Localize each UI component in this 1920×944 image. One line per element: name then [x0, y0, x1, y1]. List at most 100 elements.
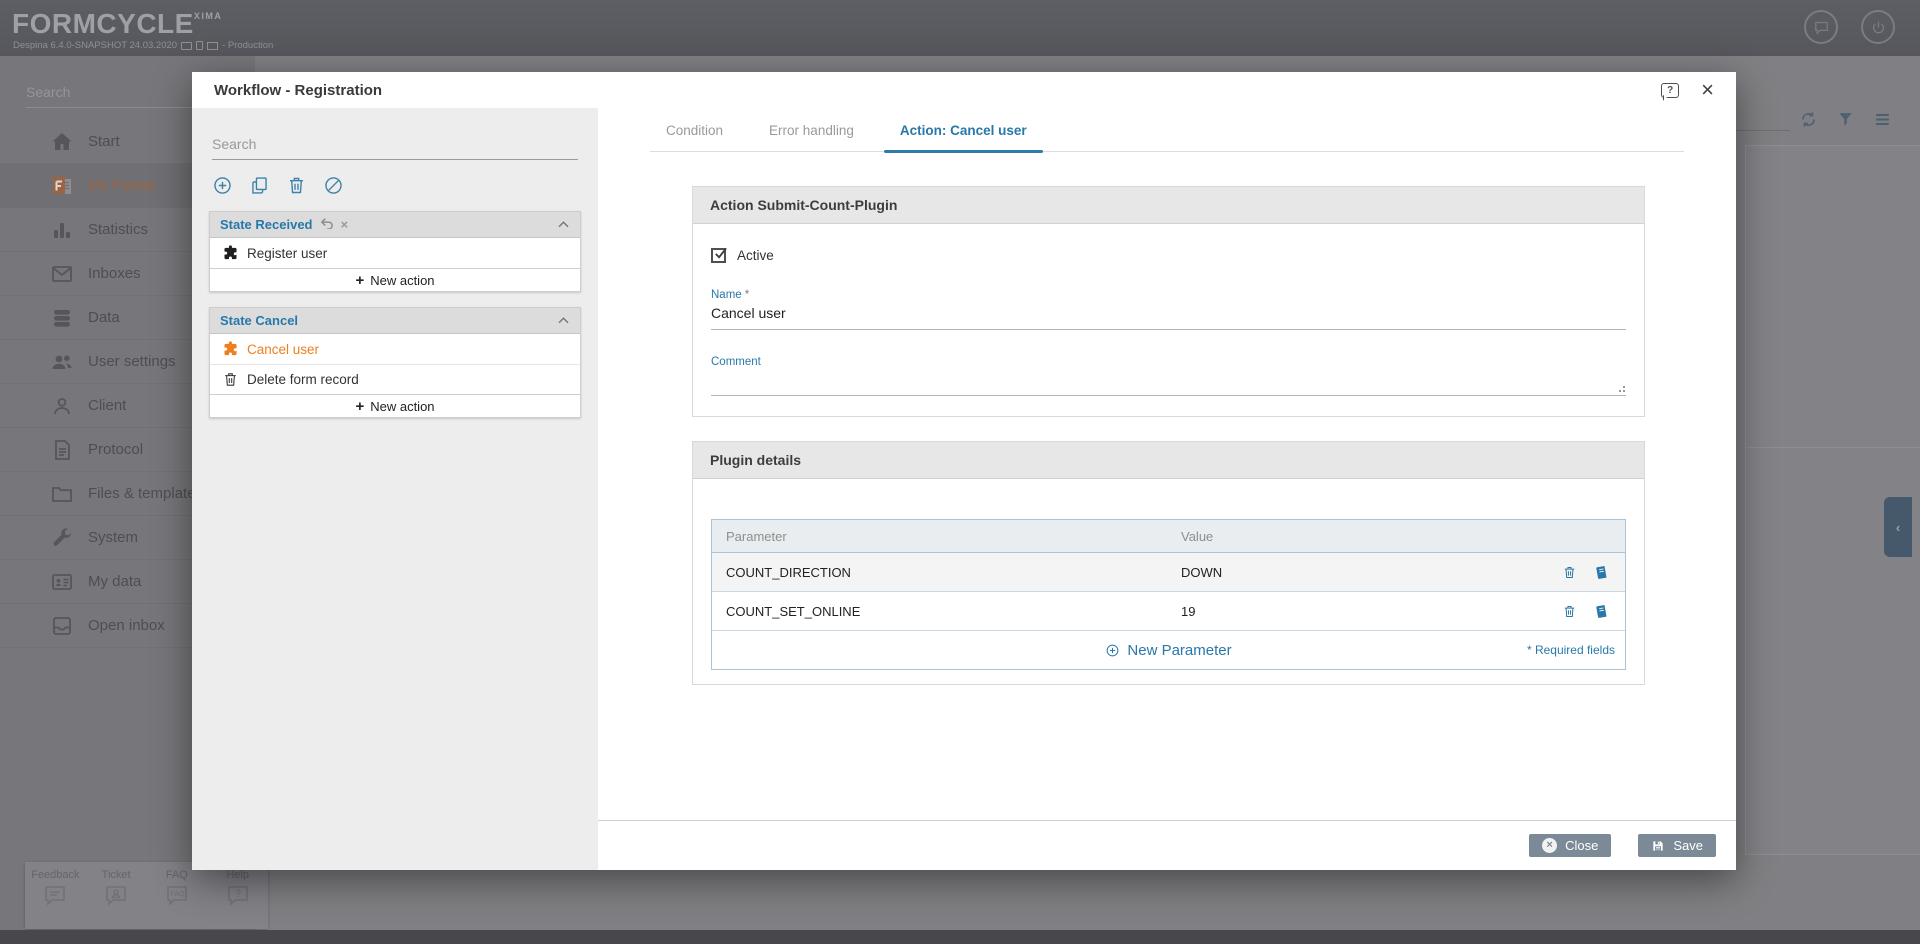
users-icon — [50, 350, 74, 374]
wrench-icon — [50, 526, 74, 550]
parameter-value: DOWN — [1181, 565, 1533, 580]
inbox-icon — [50, 614, 74, 638]
undo-icon[interactable] — [320, 217, 334, 232]
parameter-name: COUNT_DIRECTION — [712, 565, 1181, 580]
column-parameter: Parameter — [712, 529, 1181, 544]
required-mark: * — [745, 289, 749, 301]
version-text: Despina 6.4.0-SNAPSHOT 24.03.2020 — [13, 40, 177, 51]
edit-parameter-button[interactable] — [1593, 563, 1610, 580]
faq-icon: FAQ — [164, 883, 190, 909]
comment-label: Comment — [711, 356, 1626, 368]
database-icon — [50, 306, 74, 330]
workflow-search[interactable] — [212, 134, 578, 160]
action-item-register-user[interactable]: Register user — [210, 238, 580, 268]
parameter-table-header: Parameter Value — [712, 520, 1625, 553]
dialog-footer: × Close Save — [598, 820, 1736, 870]
new-parameter-button[interactable]: New Parameter — [1105, 642, 1231, 659]
dialog-close-icon[interactable]: × — [1701, 79, 1714, 101]
state-cancel-header[interactable]: State Cancel — [210, 308, 580, 334]
tab-error-handling[interactable]: Error handling — [753, 123, 870, 151]
refresh-icon[interactable] — [1799, 110, 1818, 129]
logout-button[interactable] — [1861, 10, 1895, 44]
person-icon — [50, 394, 74, 418]
dialog-help-button[interactable]: ? — [1661, 83, 1679, 98]
svg-text:FAQ: FAQ — [170, 891, 185, 898]
filter-icon[interactable] — [1836, 110, 1855, 129]
menu-icon[interactable] — [1873, 110, 1892, 129]
help-bar-help[interactable]: Help ? — [207, 869, 268, 929]
table-row: COUNT_DIRECTION DOWN — [712, 553, 1625, 592]
action-item-cancel-user[interactable]: Cancel user — [210, 334, 580, 364]
help-icon: ? — [225, 883, 251, 909]
puzzle-icon — [222, 245, 239, 262]
name-input[interactable] — [711, 303, 1626, 330]
copy-state-button[interactable] — [249, 175, 270, 196]
help-bar-faq[interactable]: FAQ FAQ — [147, 869, 208, 929]
bar-chart-icon — [50, 218, 74, 242]
delete-parameter-button[interactable] — [1562, 565, 1577, 580]
state-received-header[interactable]: State Received × — [210, 212, 580, 238]
detail-scroll-area: Action Submit-Count-Plugin Active Name* … — [598, 152, 1736, 820]
chat-bubble-icon — [1813, 19, 1830, 36]
chevron-left-icon: ‹ — [1896, 520, 1900, 535]
action-plugin-card: Action Submit-Count-Plugin Active Name* … — [692, 186, 1645, 417]
tab-action-cancel-user[interactable]: Action: Cancel user — [884, 123, 1043, 151]
required-fields-note: * Required fields — [1527, 643, 1615, 657]
envelope-icon — [50, 262, 74, 286]
state-cancel-title: State Cancel — [220, 313, 298, 328]
parameter-value: 19 — [1181, 604, 1533, 619]
home-icon — [50, 130, 74, 154]
name-label: Name* — [711, 289, 1626, 301]
workflow-search-input[interactable] — [212, 134, 578, 159]
state-group-cancel: State Cancel Cancel user Delete form rec… — [209, 307, 581, 418]
parameter-table-footer: New Parameter * Required fields — [712, 631, 1625, 669]
collapse-panel-toggle[interactable]: ‹ — [1884, 497, 1912, 557]
collapse-group-icon[interactable] — [557, 313, 570, 328]
server-icon — [196, 41, 203, 50]
tab-condition[interactable]: Condition — [650, 123, 739, 151]
dialog-title: Workflow - Registration — [214, 82, 382, 99]
resize-handle-icon[interactable] — [1623, 390, 1625, 392]
app-header: FORMCYCLEXIMA Despina 6.4.0-SNAPSHOT 24.… — [0, 0, 1920, 56]
plus-icon: + — [355, 399, 364, 414]
help-bar-ticket[interactable]: Ticket — [86, 869, 147, 929]
state-group-received: State Received × Register user + New act… — [209, 211, 581, 292]
new-action-button-cancel[interactable]: + New action — [210, 394, 580, 417]
action-detail-panel: Condition Error handling Action: Cancel … — [598, 108, 1736, 870]
save-floppy-icon — [1651, 839, 1665, 853]
edit-parameter-button[interactable] — [1593, 602, 1610, 619]
close-circle-icon: × — [1542, 838, 1557, 853]
chat-button[interactable] — [1804, 10, 1838, 44]
environment-text: - Production — [222, 40, 273, 51]
action-item-delete-form-record[interactable]: Delete form record — [210, 364, 580, 394]
action-plugin-card-title: Action Submit-Count-Plugin — [693, 187, 1644, 224]
save-button[interactable]: Save — [1638, 834, 1716, 857]
plus-circle-icon — [1105, 643, 1120, 658]
new-action-button-received[interactable]: + New action — [210, 268, 580, 291]
column-value: Value — [1181, 529, 1625, 544]
version-line: Despina 6.4.0-SNAPSHOT 24.03.2020 - Prod… — [13, 40, 273, 51]
dialog-header: Workflow - Registration ? × — [192, 72, 1736, 108]
puzzle-icon — [222, 341, 239, 358]
comment-textarea[interactable] — [711, 370, 1626, 396]
disable-state-button[interactable] — [323, 175, 344, 196]
id-card-icon — [50, 570, 74, 594]
close-button[interactable]: × Close — [1529, 834, 1611, 857]
page-footer-bar — [0, 930, 1920, 944]
add-state-button[interactable] — [212, 175, 233, 196]
remove-icon[interactable]: × — [341, 218, 349, 231]
monitor-icon — [181, 42, 192, 50]
checkmark-icon — [713, 246, 728, 261]
workflow-state-panel: State Received × Register user + New act… — [192, 108, 598, 870]
delete-state-button[interactable] — [286, 175, 307, 196]
active-checkbox[interactable] — [711, 248, 726, 263]
workflow-dialog: Workflow - Registration ? × State Receiv… — [192, 72, 1736, 870]
delete-parameter-button[interactable] — [1562, 604, 1577, 619]
help-bar-feedback[interactable]: Feedback — [25, 869, 86, 929]
feedback-icon — [42, 883, 68, 909]
power-icon — [1870, 19, 1887, 36]
plus-icon: + — [355, 273, 364, 288]
active-label: Active — [737, 248, 774, 263]
table-row: COUNT_SET_ONLINE 19 — [712, 592, 1625, 631]
collapse-group-icon[interactable] — [557, 217, 570, 232]
